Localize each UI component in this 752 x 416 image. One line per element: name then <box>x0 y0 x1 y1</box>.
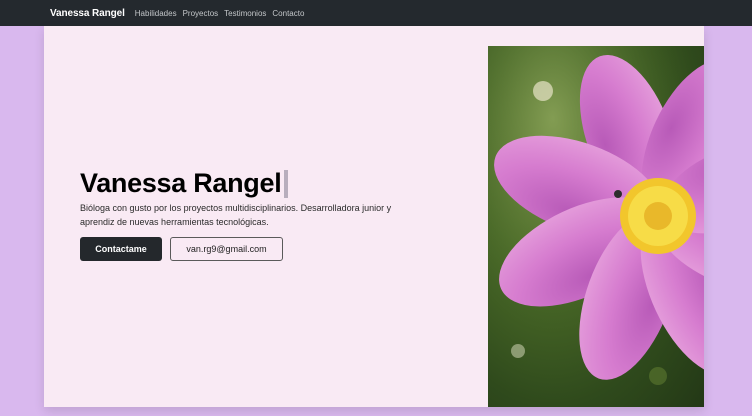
nav-link-testimonios[interactable]: Testimonios <box>224 9 266 18</box>
typing-cursor <box>284 169 289 198</box>
flower-photo <box>488 46 704 407</box>
flower-illustration <box>488 46 704 407</box>
hero-title-text: Vanessa Rangel <box>80 168 282 198</box>
nav-link-habilidades[interactable]: Habilidades <box>135 9 177 18</box>
hero-title: Vanessa Rangel <box>80 168 289 199</box>
nav-link-proyectos[interactable]: Proyectos <box>183 9 219 18</box>
email-button[interactable]: van.rg9@gmail.com <box>170 237 283 261</box>
hero-section: Vanessa Rangel Bióloga con gusto por los… <box>44 26 704 407</box>
hero-description: Bióloga con gusto por los proyectos mult… <box>80 203 392 227</box>
top-navbar: Vanessa Rangel Habilidades Proyectos Tes… <box>0 0 752 26</box>
nav-link-contacto[interactable]: Contacto <box>272 9 304 18</box>
contact-button[interactable]: Contactame <box>80 237 162 261</box>
navbar-brand[interactable]: Vanessa Rangel <box>50 8 125 19</box>
